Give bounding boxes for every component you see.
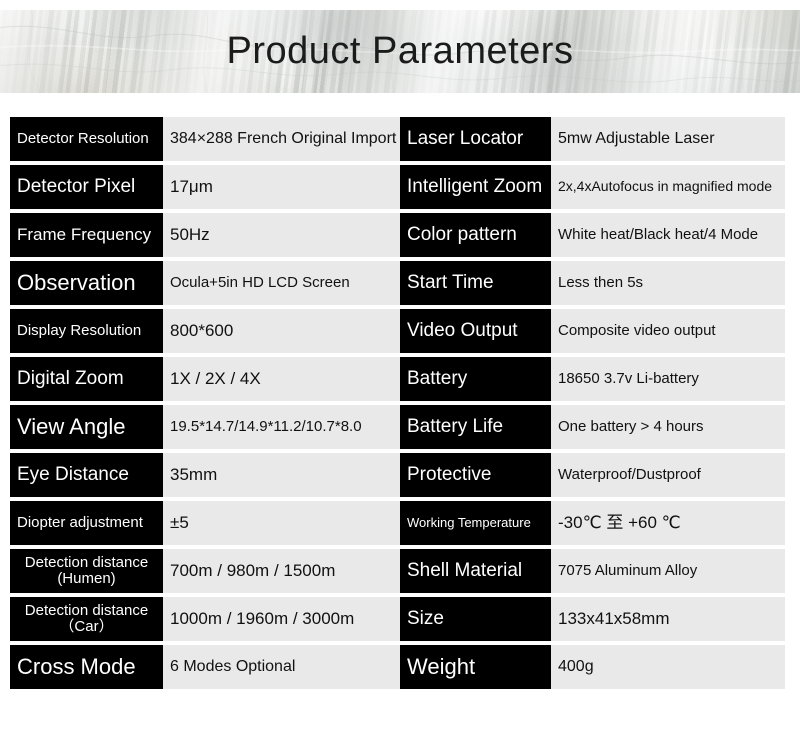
page-title: Product Parameters [226, 30, 574, 72]
spec-pair-right: Intelligent Zoom 2x,4xAutofocus in magni… [400, 165, 785, 209]
spec-label: Digital Zoom [10, 357, 163, 401]
spec-label: Intelligent Zoom [400, 165, 551, 209]
table-row: Diopter adjustment ±5 Working Temperatur… [0, 501, 800, 545]
spec-pair-right: Color pattern White heat/Black heat/4 Mo… [400, 213, 785, 257]
spec-value: 50Hz [163, 213, 400, 257]
spec-pair-left: Display Resolution 800*600 [10, 309, 400, 353]
spec-label: Eye Distance [10, 453, 163, 497]
spec-value: ±5 [163, 501, 400, 545]
spec-value: Waterproof/Dustproof [551, 453, 785, 497]
table-row: Digital Zoom 1X / 2X / 4X Battery 18650 … [0, 357, 800, 401]
spec-value: White heat/Black heat/4 Mode [551, 213, 785, 257]
spec-pair-left: Detector Pixel 17μm [10, 165, 400, 209]
spec-label: Detection distance (Humen) [10, 549, 163, 593]
spec-pair-right: Shell Material 7075 Aluminum Alloy [400, 549, 785, 593]
spec-pair-right: Working Temperature -30℃ 至 +60 ℃ [400, 501, 785, 545]
spec-pair-right: Video Output Composite video output [400, 309, 785, 353]
spec-label: Cross Mode [10, 645, 163, 689]
spec-pair-right: Laser Locator 5mw Adjustable Laser [400, 117, 785, 161]
spec-pair-right: Start Time Less then 5s [400, 261, 785, 305]
spec-label: Frame Frequency [10, 213, 163, 257]
spec-label: Working Temperature [400, 501, 551, 545]
spec-value: 19.5*14.7/14.9*11.2/10.7*8.0 [163, 405, 400, 449]
spec-label: Protective [400, 453, 551, 497]
spec-pair-left: Cross Mode 6 Modes Optional [10, 645, 400, 689]
table-row: Detector Resolution 384×288 French Origi… [0, 117, 800, 161]
product-parameters-page: Product Parameters Detector Resolution 3… [0, 0, 800, 734]
spec-pair-right: Protective Waterproof/Dustproof [400, 453, 785, 497]
spec-label: Size [400, 597, 551, 641]
spec-label: Observation [10, 261, 163, 305]
spec-value: -30℃ 至 +60 ℃ [551, 501, 785, 545]
spec-value: 384×288 French Original Import [163, 117, 400, 161]
spec-value: Ocula+5in HD LCD Screen [163, 261, 400, 305]
spec-pair-left: View Angle 19.5*14.7/14.9*11.2/10.7*8.0 [10, 405, 400, 449]
spec-label: Laser Locator [400, 117, 551, 161]
table-row: View Angle 19.5*14.7/14.9*11.2/10.7*8.0 … [0, 405, 800, 449]
header-banner: Product Parameters [0, 10, 800, 93]
spec-value: 2x,4xAutofocus in magnified mode [551, 165, 785, 209]
spec-label: Start Time [400, 261, 551, 305]
table-row: Display Resolution 800*600 Video Output … [0, 309, 800, 353]
spec-label: Detector Pixel [10, 165, 163, 209]
spec-label: Diopter adjustment [10, 501, 163, 545]
spec-label: Battery Life [400, 405, 551, 449]
spec-value: 35mm [163, 453, 400, 497]
spec-pair-right: Battery Life One battery > 4 hours [400, 405, 785, 449]
table-row: Frame Frequency 50Hz Color pattern White… [0, 213, 800, 257]
spec-value: 800*600 [163, 309, 400, 353]
spec-value: 133x41x58mm [551, 597, 785, 641]
spec-value: 6 Modes Optional [163, 645, 400, 689]
spec-value: 700m / 980m / 1500m [163, 549, 400, 593]
table-row: Observation Ocula+5in HD LCD Screen Star… [0, 261, 800, 305]
spec-label: Detector Resolution [10, 117, 163, 161]
table-row: Detection distance (Humen) 700m / 980m /… [0, 549, 800, 593]
spec-pair-left: Observation Ocula+5in HD LCD Screen [10, 261, 400, 305]
spec-pair-left: Detection distance (Humen) 700m / 980m /… [10, 549, 400, 593]
specifications-table: Detector Resolution 384×288 French Origi… [0, 117, 800, 693]
table-row: Eye Distance 35mm Protective Waterproof/… [0, 453, 800, 497]
spec-value: 7075 Aluminum Alloy [551, 549, 785, 593]
spec-pair-left: Eye Distance 35mm [10, 453, 400, 497]
spec-label: Color pattern [400, 213, 551, 257]
spec-value: Composite video output [551, 309, 785, 353]
spec-pair-left: Frame Frequency 50Hz [10, 213, 400, 257]
spec-pair-left: Diopter adjustment ±5 [10, 501, 400, 545]
spec-pair-left: Detector Resolution 384×288 French Origi… [10, 117, 400, 161]
spec-value: 1X / 2X / 4X [163, 357, 400, 401]
spec-value: 400g [551, 645, 785, 689]
spec-value: Less then 5s [551, 261, 785, 305]
spec-pair-right: Size 133x41x58mm [400, 597, 785, 641]
spec-value: 17μm [163, 165, 400, 209]
spec-label: Shell Material [400, 549, 551, 593]
spec-pair-left: Digital Zoom 1X / 2X / 4X [10, 357, 400, 401]
table-row: Cross Mode 6 Modes Optional Weight 400g [0, 645, 800, 689]
table-row: Detector Pixel 17μm Intelligent Zoom 2x,… [0, 165, 800, 209]
spec-pair-left: Detection distance （Car） 1000m / 1960m /… [10, 597, 400, 641]
spec-label: Weight [400, 645, 551, 689]
spec-pair-right: Battery 18650 3.7v Li-battery [400, 357, 785, 401]
spec-label: Video Output [400, 309, 551, 353]
spec-label: View Angle [10, 405, 163, 449]
spec-value: 5mw Adjustable Laser [551, 117, 785, 161]
spec-value: One battery > 4 hours [551, 405, 785, 449]
spec-label: Detection distance （Car） [10, 597, 163, 641]
spec-pair-right: Weight 400g [400, 645, 785, 689]
spec-value: 1000m / 1960m / 3000m [163, 597, 400, 641]
table-row: Detection distance （Car） 1000m / 1960m /… [0, 597, 800, 641]
spec-label: Battery [400, 357, 551, 401]
spec-value: 18650 3.7v Li-battery [551, 357, 785, 401]
spec-label: Display Resolution [10, 309, 163, 353]
